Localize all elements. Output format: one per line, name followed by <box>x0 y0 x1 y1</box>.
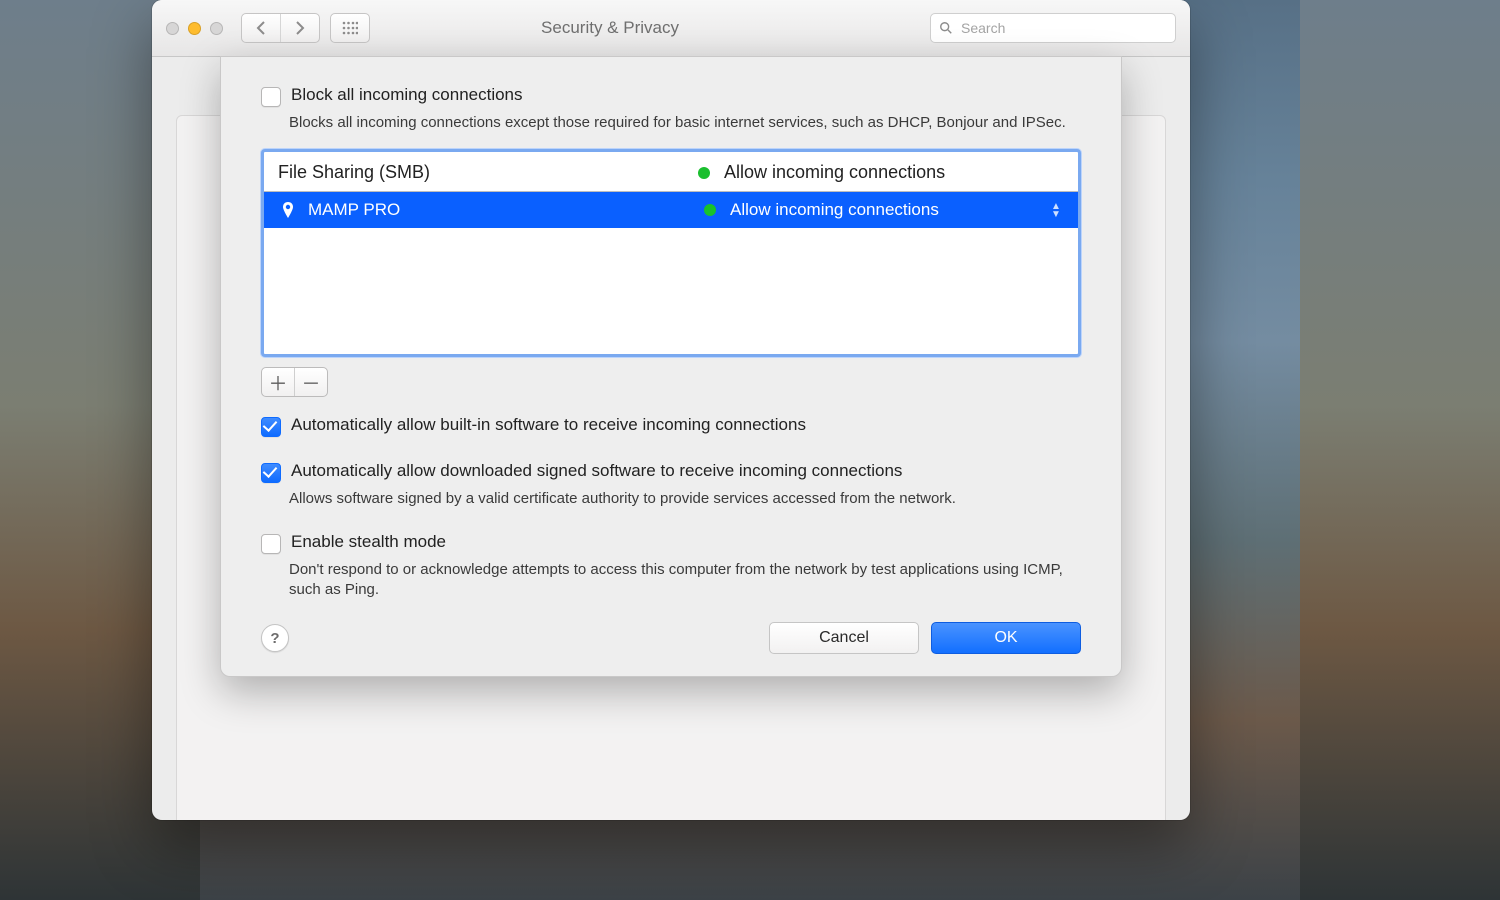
minimize-icon[interactable] <box>188 22 201 35</box>
maximize-icon[interactable] <box>210 22 223 35</box>
preferences-window: Security & Privacy Block all incoming co… <box>152 0 1190 820</box>
status-dot-icon <box>704 204 716 216</box>
add-button[interactable]: ＋ <box>262 368 294 396</box>
app-name: MAMP PRO <box>308 200 704 220</box>
search-icon <box>939 21 953 35</box>
block-all-label: Block all incoming connections <box>291 85 523 105</box>
service-name: File Sharing (SMB) <box>278 162 698 183</box>
window-toolbar: Security & Privacy <box>152 0 1190 57</box>
close-icon[interactable] <box>166 22 179 35</box>
remove-button[interactable]: － <box>294 368 327 396</box>
stealth-label: Enable stealth mode <box>291 532 446 552</box>
add-remove-buttons: ＋ － <box>261 367 328 397</box>
auto-signed-checkbox[interactable] <box>261 463 281 483</box>
cancel-button[interactable]: Cancel <box>769 622 919 654</box>
app-row-selected[interactable]: MAMP PRO Allow incoming connections ▲▼ <box>264 192 1078 228</box>
search-field[interactable] <box>930 13 1176 43</box>
auto-builtin-checkbox[interactable] <box>261 417 281 437</box>
help-button[interactable]: ? <box>261 624 289 652</box>
status-dot-icon <box>698 167 710 179</box>
auto-signed-label: Automatically allow downloaded signed so… <box>291 461 902 481</box>
window-title: Security & Privacy <box>300 18 920 38</box>
chevron-updown-icon: ▲▼ <box>1048 203 1064 218</box>
ok-button[interactable]: OK <box>931 622 1081 654</box>
stealth-checkbox[interactable] <box>261 534 281 554</box>
sheet-footer: ? Cancel OK <box>261 622 1081 654</box>
desktop-bg-right <box>1300 0 1500 900</box>
app-status-label: Allow incoming connections <box>730 200 939 220</box>
firewall-apps-list[interactable]: File Sharing (SMB) Allow incoming connec… <box>261 149 1081 357</box>
service-status: Allow incoming connections <box>724 162 945 183</box>
app-status-select[interactable]: Allow incoming connections ▲▼ <box>704 200 1064 220</box>
auto-signed-desc: Allows software signed by a valid certif… <box>289 489 1069 509</box>
search-input[interactable] <box>959 19 1167 37</box>
stealth-option[interactable]: Enable stealth mode <box>261 532 1081 554</box>
block-all-desc: Blocks all incoming connections except t… <box>289 113 1069 133</box>
auto-builtin-option[interactable]: Automatically allow built-in software to… <box>261 415 1081 437</box>
block-all-checkbox[interactable] <box>261 87 281 107</box>
traffic-lights <box>166 22 223 35</box>
block-all-option[interactable]: Block all incoming connections <box>261 85 1081 107</box>
auto-signed-option[interactable]: Automatically allow downloaded signed so… <box>261 461 1081 483</box>
stealth-desc: Don't respond to or acknowledge attempts… <box>289 560 1069 601</box>
auto-builtin-label: Automatically allow built-in software to… <box>291 415 806 435</box>
back-button[interactable] <box>242 14 280 42</box>
app-icon <box>278 200 298 220</box>
apps-list-empty <box>264 228 1078 354</box>
service-row[interactable]: File Sharing (SMB) Allow incoming connec… <box>264 152 1078 192</box>
firewall-options-sheet: Block all incoming connections Blocks al… <box>220 56 1122 677</box>
